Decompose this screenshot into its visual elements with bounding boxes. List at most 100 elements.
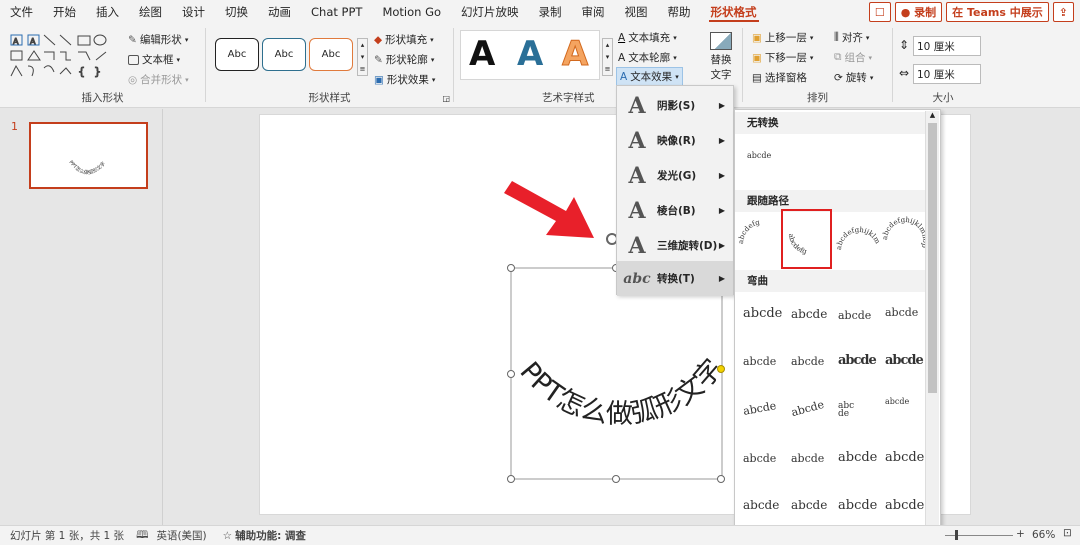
share-button[interactable]: ⇪ [1052, 2, 1074, 22]
warp-option[interactable]: abcde [885, 450, 924, 465]
tab-draw[interactable]: 绘图 [129, 0, 172, 24]
tab-slideshow[interactable]: 幻灯片放映 [451, 0, 529, 24]
warp-option[interactable]: abcde [791, 452, 824, 465]
tab-view[interactable]: 视图 [615, 0, 658, 24]
fit-slide-icon[interactable]: ⊡ [1063, 527, 1072, 539]
edit-shape-button[interactable]: ✎ 编辑形状 ▾ [128, 32, 188, 47]
comment-button[interactable]: ☐ [868, 2, 891, 22]
record-button[interactable]: ● 录制 [894, 2, 943, 22]
send-backward-button[interactable]: ▣ 下移一层 ▾ [752, 50, 813, 65]
scroll-thumb[interactable] [928, 123, 937, 393]
menu-item-shadow[interactable]: A 阴影(S) ▶ [617, 88, 733, 123]
warp-option[interactable]: abcde [885, 353, 924, 368]
gallery-scroll[interactable]: ▴ ▾ ≡ [357, 38, 368, 76]
resize-handle[interactable] [612, 475, 620, 483]
shapes-gallery[interactable]: A A {} [8, 32, 120, 80]
chevron-down-icon: ▾ [809, 53, 814, 62]
menu-item-bevel[interactable]: A 棱台(B) ▶ [617, 193, 733, 228]
text-fill-button[interactable]: A 文本填充 ▾ [618, 30, 677, 45]
shape-fill-button[interactable]: ◆ 形状填充 ▾ [374, 32, 434, 47]
transform-none[interactable]: abcde [747, 151, 771, 160]
tab-insert[interactable]: 插入 [86, 0, 129, 24]
tab-transitions[interactable]: 切换 [215, 0, 258, 24]
menu-item-3d-rotation[interactable]: A 三维旋转(D) ▶ [617, 228, 733, 263]
text-outline-button[interactable]: A 文本轮廓 ▾ [618, 50, 677, 65]
zoom-thumb[interactable] [955, 530, 958, 540]
shape-style-sample[interactable]: Abc [262, 38, 306, 71]
arc-text[interactable]: PPT怎么做弧形文字 [514, 353, 729, 429]
shape-effects-button[interactable]: ▣ 形状效果 ▾ [374, 72, 435, 87]
align-button[interactable]: ⫼ 对齐 ▾ [834, 30, 869, 45]
tab-shape-format[interactable]: 形状格式 [701, 0, 767, 24]
slide-thumbnail[interactable]: PPT怎么做弧形文字 [29, 122, 148, 189]
selection-pane-button[interactable]: ▤ 选择窗格 [752, 70, 807, 85]
warp-option[interactable]: abcde [885, 498, 924, 513]
warp-option[interactable]: abcde [791, 355, 824, 368]
menu-item-reflection[interactable]: A 映像(R) ▶ [617, 123, 733, 158]
wordart-sample[interactable]: A [469, 34, 495, 74]
tab-motiongo[interactable]: Motion Go [372, 0, 451, 24]
warp-option[interactable]: abcde [743, 306, 782, 321]
text-box-button[interactable]: 文本框 ▾ [128, 52, 180, 67]
arrange-label: 排列 [807, 92, 828, 104]
merge-shapes-button[interactable]: ◎ 合并形状 ▾ [128, 72, 189, 87]
accessibility-status[interactable]: 辅助功能: 调查 [235, 528, 306, 543]
shape-width-input[interactable]: 10 厘米 [913, 64, 981, 84]
transform-circle[interactable]: abcdefghijklm [835, 226, 882, 250]
warp-option[interactable]: abcde [838, 353, 877, 368]
tab-file[interactable]: 文件 [0, 0, 43, 24]
zoom-level[interactable]: 66% [1032, 529, 1055, 541]
warp-option[interactable]: abcde [791, 307, 827, 321]
zoom-in-icon[interactable]: + [1016, 528, 1025, 540]
adjust-handle[interactable] [717, 365, 725, 373]
size-group: ⇕ 10 厘米 ⇔ 10 厘米 大小 [893, 26, 993, 106]
transform-arch[interactable]: abcdefg [737, 218, 761, 244]
warp-option[interactable]: abcde [742, 399, 777, 418]
alt-text-button[interactable]: 替换 文字 [703, 32, 739, 87]
shape-style-sample[interactable]: Abc [309, 38, 353, 71]
warp-option[interactable]: abcde [743, 452, 776, 465]
warp-option[interactable]: abcde [838, 450, 877, 465]
tab-home[interactable]: 开始 [43, 0, 86, 24]
bring-forward-button[interactable]: ▣ 上移一层 ▾ [752, 30, 813, 45]
transform-button[interactable]: abcdefghijklmnop [881, 216, 927, 250]
menu-item-transform[interactable]: abc 转换(T) ▶ [617, 261, 733, 296]
warp-option[interactable]: abcde [885, 398, 911, 406]
warp-option[interactable]: abcde [743, 498, 779, 512]
warp-option[interactable]: abcde [790, 398, 826, 419]
warp-option[interactable]: abcde [743, 355, 776, 368]
shape-outline-button[interactable]: ✎ 形状轮廓 ▾ [374, 52, 434, 67]
shape-style-sample[interactable]: Abc [215, 38, 259, 71]
present-in-teams-button[interactable]: 在 Teams 中展示 [946, 2, 1049, 22]
tab-chatppt[interactable]: Chat PPT [301, 0, 372, 24]
scroll-up-icon[interactable]: ▲ [926, 111, 939, 123]
resize-handle[interactable] [507, 475, 515, 483]
resize-handle[interactable] [507, 264, 515, 272]
menu-item-glow[interactable]: A 发光(G) ▶ [617, 158, 733, 193]
warp-option[interactable]: abcde [838, 402, 858, 419]
rotate-button[interactable]: ⟳ 旋转 ▾ [834, 70, 873, 85]
wordart-sample[interactable]: A [561, 34, 588, 75]
text-effects-button[interactable]: A 文本效果 ▾ [616, 67, 683, 86]
resize-handle[interactable] [507, 370, 515, 378]
group-button[interactable]: ⧉ 组合 ▾ [834, 50, 872, 65]
tab-design[interactable]: 设计 [172, 0, 215, 24]
warp-option[interactable]: abcde [838, 498, 877, 513]
gallery-scroll[interactable]: ▴ ▾ ≡ [602, 38, 613, 76]
tab-record[interactable]: 录制 [529, 0, 572, 24]
shape-height-input[interactable]: 10 厘米 [913, 36, 981, 56]
slide-thumbnails-pane: 1 PPT怎么做弧形文字 [0, 109, 163, 525]
tab-animations[interactable]: 动画 [258, 0, 301, 24]
dialog-launcher-icon[interactable]: ◲ [442, 94, 450, 103]
tab-review[interactable]: 审阅 [572, 0, 615, 24]
warp-option[interactable]: abcde [885, 306, 918, 319]
resize-handle[interactable] [717, 475, 725, 483]
gallery-scrollbar[interactable]: ▲ ▼ [925, 111, 939, 543]
language[interactable]: 英语(美国) [156, 528, 206, 543]
warp-option[interactable]: abcde [838, 309, 871, 322]
spellcheck-icon[interactable]: 🕮 [136, 527, 148, 545]
transform-icon: abc [623, 270, 651, 287]
tab-help[interactable]: 帮助 [658, 0, 701, 24]
warp-option[interactable]: abcde [791, 498, 827, 512]
wordart-sample[interactable]: A [517, 34, 543, 74]
